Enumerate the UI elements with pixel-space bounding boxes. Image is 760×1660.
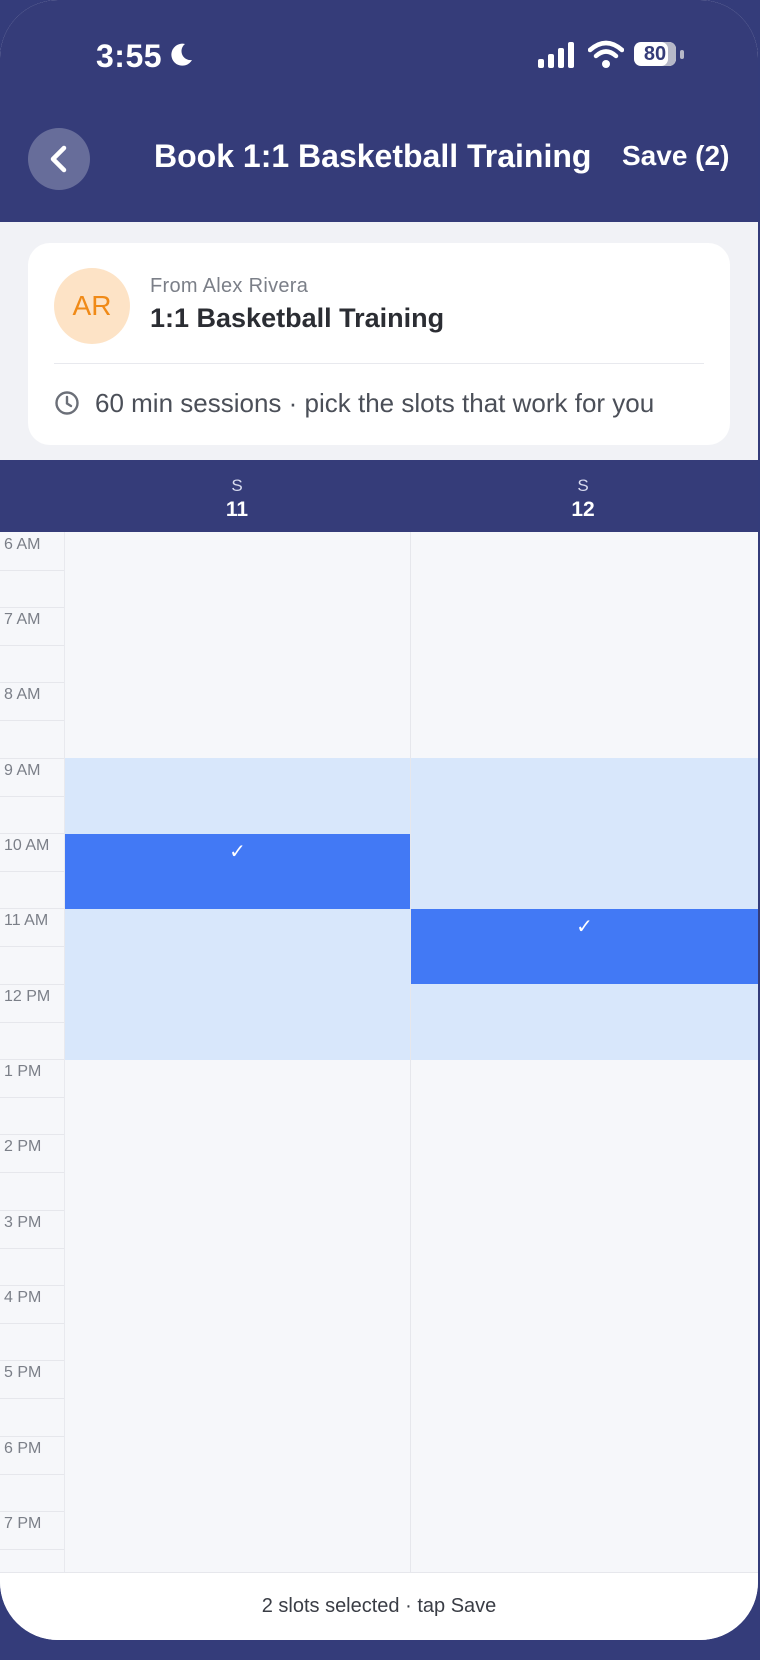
hour-label: 5 PM	[4, 1364, 42, 1381]
day-column-12[interactable]: ✓	[411, 532, 758, 1572]
back-button[interactable]	[28, 128, 90, 190]
moon-icon	[171, 43, 192, 66]
hour-label: 3 PM	[4, 1214, 42, 1231]
selection-status: 2 slots selected · tap Save	[0, 1572, 758, 1640]
hour-label: 8 AM	[4, 686, 41, 703]
day-date: 11	[225, 498, 249, 521]
hour-label: 2 PM	[4, 1138, 42, 1155]
hour-label: 11 AM	[4, 912, 49, 929]
time-grid: 6 AM 7 AM 8 AM 9 AM 10 AM 11 AM 12 PM 1 …	[0, 532, 758, 1572]
save-button[interactable]: Save (2)	[622, 140, 729, 172]
sender-label: From Alex Rivera	[150, 275, 309, 297]
battery-level: 80	[634, 42, 676, 66]
hour-label: 7 PM	[4, 1515, 42, 1532]
day-of-week: S	[577, 476, 589, 495]
day-column-header[interactable]: S 11	[64, 460, 410, 522]
available-slot-range[interactable]	[65, 758, 410, 1060]
battery-icon: 80	[634, 42, 684, 68]
page-title: Book 1:1 Basketball Training	[154, 138, 592, 174]
hour-label: 1 PM	[4, 1063, 42, 1080]
wifi-icon	[588, 40, 624, 68]
card-divider	[54, 363, 704, 364]
day-column-11[interactable]: ✓	[65, 532, 410, 1572]
day-header: S 11 S 12	[0, 460, 758, 532]
session-note: 60 min sessions · pick the slots that wo…	[95, 388, 655, 418]
chevron-left-icon	[50, 145, 67, 173]
hour-label: 9 AM	[4, 762, 41, 779]
day-of-week: S	[231, 476, 243, 495]
hour-label: 10 AM	[4, 837, 50, 854]
signal-icon	[538, 42, 574, 68]
selected-slot[interactable]: ✓	[65, 834, 410, 909]
hour-label: 4 PM	[4, 1289, 42, 1306]
hour-label: 12 PM	[4, 988, 51, 1005]
day-column-header[interactable]: S 12	[410, 460, 756, 522]
avatar: AR	[54, 268, 130, 344]
selected-slot[interactable]: ✓	[411, 909, 758, 984]
phone-screen: 3:55 80 Book 1:1 Basketball Training Sav…	[0, 0, 758, 1640]
clock-icon	[55, 391, 79, 415]
hour-gutter: 6 AM 7 AM 8 AM 9 AM 10 AM 11 AM 12 PM 1 …	[0, 532, 65, 1572]
day-date: 12	[571, 498, 595, 521]
status-time: 3:55	[96, 38, 163, 74]
session-title: 1:1 Basketball Training	[150, 303, 445, 333]
hour-label: 7 AM	[4, 611, 41, 628]
hour-label: 6 AM	[4, 536, 41, 553]
top-bar: 3:55 80 Book 1:1 Basketball Training Sav…	[0, 0, 758, 222]
offer-card: AR From Alex Rivera 1:1 Basketball Train…	[28, 243, 730, 445]
hour-label: 6 PM	[4, 1440, 42, 1457]
